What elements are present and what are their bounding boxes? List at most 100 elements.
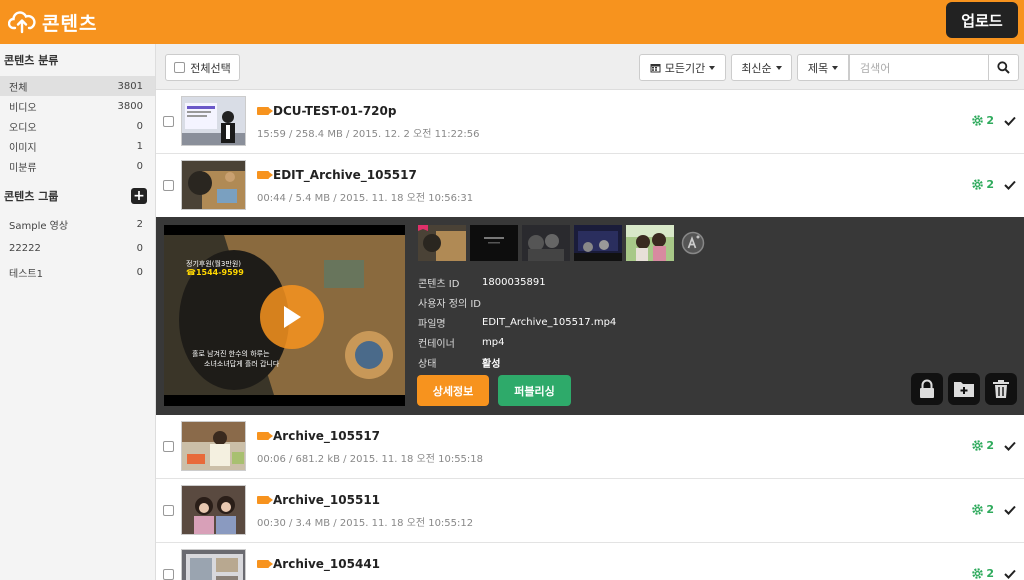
item-title[interactable]: Archive_105517	[257, 429, 380, 443]
lock-button[interactable]	[911, 373, 943, 405]
list-item[interactable]: Archive_105511 00:30 / 3.4 MB / 2015. 11…	[156, 479, 1024, 543]
strip-thumbnail[interactable]	[574, 225, 622, 261]
upload-button[interactable]: 업로드	[946, 2, 1018, 38]
video-thumbnail[interactable]	[181, 421, 246, 471]
search-input[interactable]: 검색어	[849, 54, 988, 81]
check-icon[interactable]	[1004, 441, 1016, 451]
sidebar-item-video[interactable]: 비디오 3800	[0, 96, 155, 116]
detail-panel: 정기후원(월3만원) ☎1544-9599 홀로 남겨진 한수의 하루는 소녀소…	[156, 217, 1024, 415]
period-dropdown[interactable]: 모든기간	[639, 54, 726, 81]
item-meta: 00:30 / 3.4 MB / 2015. 11. 18 오전 10:55:1…	[257, 518, 474, 529]
info-value: mp4	[482, 336, 505, 348]
strip-thumbnail[interactable]	[470, 225, 518, 261]
chevron-down-icon	[832, 65, 839, 70]
video-thumbnail[interactable]	[181, 96, 246, 146]
app-logo[interactable]: 콘텐츠	[8, 9, 97, 36]
list-item[interactable]: Archive_105517 00:06 / 681.2 kB / 2015. …	[156, 415, 1024, 479]
gear-icon[interactable]	[971, 567, 984, 580]
select-all-button[interactable]: 전체선택	[165, 54, 240, 81]
delete-button[interactable]	[985, 373, 1017, 405]
info-value: 1800035891	[482, 276, 546, 288]
detail-info-button[interactable]: 상세정보	[417, 375, 489, 406]
check-icon[interactable]	[1004, 180, 1016, 190]
row-actions: 2	[971, 503, 1016, 516]
row-actions: 2	[971, 178, 1016, 191]
folder-plus-icon	[954, 382, 974, 397]
row-checkbox[interactable]	[163, 116, 174, 127]
info-key: 파일명	[418, 318, 446, 330]
row-checkbox[interactable]	[163, 569, 174, 580]
sort-label: 최신순	[741, 61, 772, 75]
sort-dropdown[interactable]: 최신순	[731, 54, 792, 81]
publishing-button[interactable]: 퍼블리싱	[498, 375, 571, 406]
info-key: 콘텐츠 ID	[418, 278, 460, 290]
search-field-label: 제목	[807, 61, 829, 75]
sidebar-item-count: 1	[136, 140, 143, 152]
check-icon[interactable]	[1004, 116, 1016, 126]
group-header: 콘텐츠 그룹 +	[0, 180, 155, 212]
video-icon	[257, 107, 273, 115]
gear-count: 2	[986, 114, 994, 127]
video-subtitle: 소녀소녀답게 흘러 갑니다	[204, 360, 280, 368]
item-title[interactable]: EDIT_Archive_105517	[257, 168, 417, 182]
sidebar-item-group[interactable]: 테스트1 0	[0, 260, 155, 284]
check-icon[interactable]	[1004, 505, 1016, 515]
select-all-checkbox[interactable]	[174, 62, 186, 73]
play-button[interactable]	[260, 285, 324, 349]
sidebar-item-uncategorized[interactable]: 미분류 0	[0, 156, 155, 176]
row-checkbox[interactable]	[163, 505, 174, 516]
video-thumbnail[interactable]	[181, 549, 246, 580]
chevron-down-icon	[709, 65, 716, 70]
list-item[interactable]: Archive_105441 2	[156, 543, 1024, 580]
top-bar: 콘텐츠 업로드	[0, 0, 1024, 44]
sidebar-item-all[interactable]: 전체 3801	[0, 76, 155, 96]
sidebar-item-label: 전체	[9, 82, 28, 94]
sidebar-item-image[interactable]: 이미지 1	[0, 136, 155, 156]
video-player[interactable]: 정기후원(월3만원) ☎1544-9599 홀로 남겨진 한수의 하루는 소녀소…	[164, 225, 405, 406]
item-meta: 15:59 / 258.4 MB / 2015. 12. 2 오전 11:22:…	[257, 129, 480, 140]
list-item[interactable]: DCU-TEST-01-720p 15:59 / 258.4 MB / 2015…	[156, 90, 1024, 154]
search-icon	[997, 61, 1010, 74]
video-icon	[257, 560, 273, 568]
search-field-dropdown[interactable]: 제목	[797, 54, 849, 81]
check-icon[interactable]	[1004, 569, 1016, 579]
info-value: 활성	[482, 358, 501, 370]
sidebar-item-group[interactable]: Sample 영상 2	[0, 212, 155, 236]
sidebar-item-count: 3801	[117, 80, 143, 92]
gear-icon[interactable]	[971, 439, 984, 452]
select-all-label: 전체선택	[190, 61, 231, 75]
info-key: 사용자 정의 ID	[418, 298, 482, 310]
sidebar-item-audio[interactable]: 오디오 0	[0, 116, 155, 136]
info-row: 콘텐츠 ID 1800035891	[418, 272, 616, 292]
search-button[interactable]	[988, 54, 1019, 81]
sidebar-item-count: 0	[136, 242, 143, 254]
group-title: 콘텐츠 그룹	[4, 190, 59, 203]
item-title[interactable]: Archive_105441	[257, 557, 380, 571]
auto-thumbnail-button[interactable]	[678, 225, 708, 261]
page-title: 콘텐츠	[42, 12, 98, 35]
row-checkbox[interactable]	[163, 180, 174, 191]
row-checkbox[interactable]	[163, 441, 174, 452]
row-actions: 2	[971, 439, 1016, 452]
strip-thumbnail[interactable]	[522, 225, 570, 261]
info-row: 사용자 정의 ID	[418, 292, 616, 312]
strip-thumbnail[interactable]	[418, 225, 466, 261]
toolbar: 전체선택 모든기간 최신순 제목 검색어	[156, 44, 1024, 90]
content-list: 전체선택 모든기간 최신순 제목 검색어 DCU-TEST-01-720p 15…	[156, 44, 1024, 580]
gear-count: 2	[986, 178, 994, 191]
lock-icon	[920, 379, 934, 398]
add-to-folder-button[interactable]	[948, 373, 980, 405]
sidebar: 콘텐츠 분류 전체 3801 비디오 3800 오디오 0 이미지 1 미분류 …	[0, 44, 156, 580]
item-title[interactable]: Archive_105511	[257, 493, 380, 507]
gear-icon[interactable]	[971, 503, 984, 516]
video-thumbnail[interactable]	[181, 485, 246, 535]
video-thumbnail[interactable]	[181, 160, 246, 210]
list-item[interactable]: EDIT_Archive_105517 00:44 / 5.4 MB / 201…	[156, 154, 1024, 218]
sidebar-item-group[interactable]: 22222 0	[0, 236, 155, 260]
item-title[interactable]: DCU-TEST-01-720p	[257, 104, 396, 118]
strip-thumbnail[interactable]	[626, 225, 674, 261]
gear-icon[interactable]	[971, 114, 984, 127]
add-group-button[interactable]: +	[131, 188, 147, 204]
gear-icon[interactable]	[971, 178, 984, 191]
cloud-upload-icon	[8, 11, 36, 34]
